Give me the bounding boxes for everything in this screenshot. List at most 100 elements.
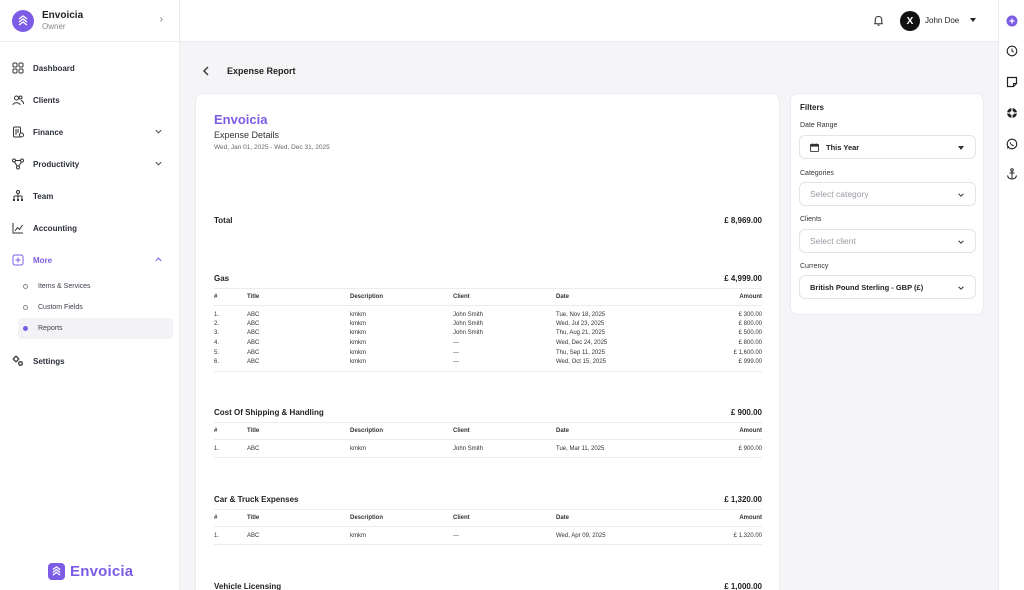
cell-description: kmkm xyxy=(350,311,366,318)
currency-label: Currency xyxy=(800,263,829,270)
sidebar-subitem-label: Reports xyxy=(38,325,63,332)
table-row: 1. ABC kmkm John Smith Tue, Nov 18, 2025… xyxy=(214,306,762,320)
cell-amount: £ 1,320.00 xyxy=(733,532,762,539)
nodes-icon xyxy=(12,158,24,170)
expense-section-gas: Gas £ 4,999.00 # Title Description Clien… xyxy=(214,274,762,372)
sidebar-item-clients[interactable]: Clients xyxy=(0,84,179,116)
cell-date: Wed, Oct 15, 2025 xyxy=(556,359,606,366)
sidebar-subitem-custom-fields[interactable]: Custom Fields xyxy=(18,297,173,318)
col-client: Client xyxy=(453,422,556,440)
clients-select[interactable]: Select client xyxy=(799,229,976,253)
back-arrow-icon[interactable] xyxy=(202,66,210,76)
users-icon xyxy=(12,95,24,106)
cell-date: Wed, Jul 23, 2025 xyxy=(556,320,605,327)
cell-title: ABC xyxy=(247,311,260,318)
expense-table: # Title Description Client Date Amount 1… xyxy=(214,422,762,458)
cell-num: 2. xyxy=(214,320,220,327)
cell-title: ABC xyxy=(247,320,260,327)
cell-num: 1. xyxy=(214,311,220,318)
chevron-down-icon xyxy=(155,161,162,166)
anchor-icon[interactable] xyxy=(1006,168,1018,180)
cell-client: John Smith xyxy=(453,311,484,318)
sidebar-item-label: Clients xyxy=(33,95,60,105)
sidebar-item-label: More xyxy=(33,255,53,265)
table-row: 1. ABC kmkm John Smith Tue, Mar 11, 2025… xyxy=(214,440,762,458)
expense-section-vehicle-licensing: Vehicle Licensing £ 1,000.00 # Title Des… xyxy=(214,582,762,590)
cell-title: ABC xyxy=(247,445,260,452)
categories-select[interactable]: Select category xyxy=(799,182,976,206)
col-title: Title xyxy=(247,422,350,440)
cell-amount: £ 999.00 xyxy=(738,359,762,366)
sidebar-item-team[interactable]: Team xyxy=(0,180,179,212)
whatsapp-icon[interactable] xyxy=(1006,138,1018,150)
cell-description: kmkm xyxy=(350,532,366,539)
section-total: £ 4,999.00 xyxy=(724,274,762,283)
footer-logo: Envoicia xyxy=(48,563,133,580)
sidebar-item-settings[interactable]: Settings xyxy=(0,345,179,377)
report-date-range: Wed, Jan 01, 2025 - Wed, Dec 31, 2025 xyxy=(214,144,330,151)
filters-panel: Filters Date Range This Year Categories … xyxy=(790,93,984,315)
col-num: # xyxy=(214,422,247,440)
currency-select[interactable]: British Pound Sterling - GBP (£) xyxy=(799,275,976,299)
caret-down-icon[interactable] xyxy=(970,18,976,22)
cell-description: kmkm xyxy=(350,349,366,356)
sidebar: Envoicia Owner › Dashboard Clients Finan… xyxy=(0,0,180,590)
sidebar-subitem-reports[interactable]: Reports xyxy=(18,318,173,339)
section-total: £ 1,320.00 xyxy=(724,495,762,504)
history-icon[interactable] xyxy=(1006,45,1018,57)
table-row: 5. ABC kmkm --- Thu, Sep 11, 2025 £ 1,60… xyxy=(214,348,762,358)
col-date: Date xyxy=(556,288,659,306)
section-total: £ 1,000.00 xyxy=(724,582,762,590)
chevron-right-icon: › xyxy=(159,14,163,25)
col-title: Title xyxy=(247,509,350,527)
cell-description: kmkm xyxy=(350,320,366,327)
sidebar-item-productivity[interactable]: Productivity xyxy=(0,148,179,180)
total-label: Total xyxy=(214,216,233,225)
col-date: Date xyxy=(556,422,659,440)
cell-amount: £ 1,600.00 xyxy=(733,349,762,356)
table-header-row: # Title Description Client Date Amount xyxy=(214,288,762,306)
support-icon[interactable] xyxy=(1006,107,1018,119)
cell-title: ABC xyxy=(247,349,260,356)
col-client: Client xyxy=(453,288,556,306)
expense-section-car-truck: Car & Truck Expenses £ 1,320.00 # Title … xyxy=(214,495,762,545)
sidebar-item-label: Accounting xyxy=(33,223,77,233)
section-name: Gas xyxy=(214,274,230,283)
workspace-switcher[interactable]: Envoicia Owner › xyxy=(0,0,179,42)
user-name[interactable]: John Doe xyxy=(925,16,959,25)
col-num: # xyxy=(214,509,247,527)
cell-num: 4. xyxy=(214,340,220,347)
sidebar-item-accounting[interactable]: Accounting xyxy=(0,212,179,244)
table-row: 6. ABC kmkm --- Wed, Oct 15, 2025 £ 999.… xyxy=(214,357,762,371)
cell-client: John Smith xyxy=(453,330,484,337)
currency-value: British Pound Sterling - GBP (£) xyxy=(810,282,924,292)
sticky-note-icon[interactable] xyxy=(1006,76,1018,88)
cell-description: kmkm xyxy=(350,330,366,337)
grid-icon xyxy=(12,62,24,74)
sidebar-item-finance[interactable]: Finance xyxy=(0,116,179,148)
sidebar-item-more[interactable]: More xyxy=(0,244,179,276)
table-header-row: # Title Description Client Date Amount xyxy=(214,422,762,440)
categories-label: Categories xyxy=(800,170,834,177)
add-circle-icon[interactable] xyxy=(1006,15,1018,27)
date-range-select[interactable]: This Year xyxy=(799,135,976,159)
cell-date: Tue, Mar 11, 2025 xyxy=(556,445,605,452)
chevron-up-icon xyxy=(155,257,162,262)
categories-placeholder: Select category xyxy=(810,189,869,199)
sidebar-item-dashboard[interactable]: Dashboard xyxy=(0,52,179,84)
section-name: Vehicle Licensing xyxy=(214,582,282,590)
sidebar-subitem-items-services[interactable]: Items & Services xyxy=(18,276,173,297)
col-client: Client xyxy=(453,509,556,527)
workspace-role: Owner xyxy=(42,22,66,31)
cell-client: John Smith xyxy=(453,320,484,327)
page-title: Expense Report xyxy=(227,66,296,76)
cell-client: --- xyxy=(453,359,459,366)
date-range-label: Date Range xyxy=(800,122,838,129)
chevron-down-icon xyxy=(958,193,964,197)
report-brand: Envoicia xyxy=(214,112,268,127)
table-row: 1. ABC kmkm --- Wed, Apr 09, 2025 £ 1,32… xyxy=(214,527,762,545)
avatar[interactable]: X xyxy=(900,11,920,31)
table-row: 3. ABC kmkm John Smith Thu, Aug 21, 2025… xyxy=(214,329,762,339)
report-total: Total £ 8,969.00 xyxy=(214,216,762,225)
bell-icon[interactable] xyxy=(872,14,885,27)
